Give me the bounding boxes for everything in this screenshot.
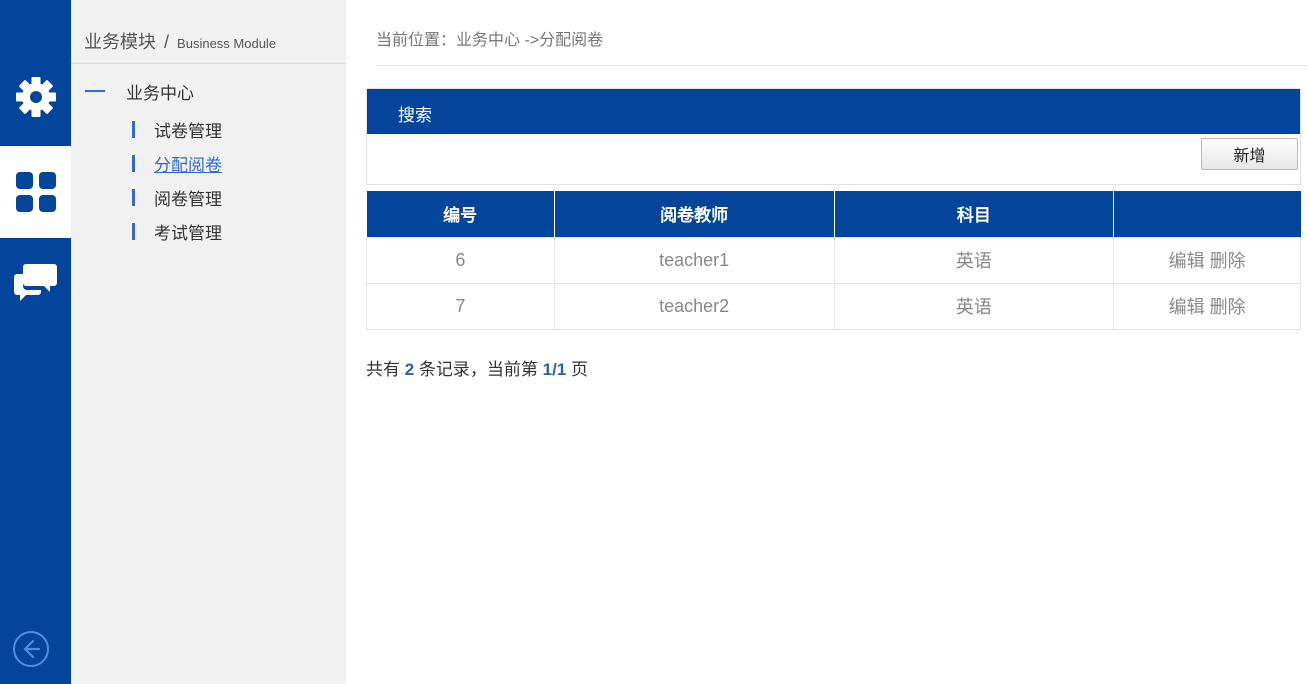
cell-subject: 英语 xyxy=(833,236,1115,284)
breadcrumb-divider xyxy=(376,65,1308,66)
delete-link[interactable]: 删除 xyxy=(1210,251,1246,271)
collapse-dash-icon xyxy=(85,90,105,92)
gear-icon xyxy=(15,77,56,117)
search-panel: 搜索 新增 xyxy=(366,88,1301,185)
cell-teacher: teacher1 xyxy=(553,236,835,284)
rail-item-business[interactable] xyxy=(0,146,71,238)
cell-id: 7 xyxy=(366,282,555,330)
cell-teacher: teacher2 xyxy=(553,282,835,330)
cell-actions: 编辑 删除 xyxy=(1113,282,1301,330)
grid-icon xyxy=(15,172,56,212)
summary-middle: 条记录，当前第 xyxy=(418,360,538,379)
table-row: 6 teacher1 英语 编辑 删除 xyxy=(366,236,1301,284)
icon-rail xyxy=(0,0,71,684)
breadcrumb: 当前位置：业务中心 ->分配阅卷 xyxy=(376,32,604,49)
summary-prefix: 共有 xyxy=(366,360,400,379)
module-title-en: Business Module xyxy=(177,36,277,51)
sidebar-item-label: 阅卷管理 xyxy=(154,189,222,209)
search-panel-header: 搜索 xyxy=(367,89,1300,134)
module-title: 业务模块 / Business Module xyxy=(84,28,276,54)
nav-group-label: 业务中心 xyxy=(126,83,194,103)
rail-item-messages[interactable] xyxy=(0,236,71,328)
nav-group-business-center[interactable]: 业务中心 xyxy=(85,80,194,103)
bullet-bar-icon xyxy=(132,222,135,240)
cell-id: 6 xyxy=(366,236,555,284)
module-title-cn: 业务模块 xyxy=(84,32,156,52)
column-header-teacher: 阅卷教师 xyxy=(554,191,835,237)
bullet-bar-icon xyxy=(132,120,135,138)
collapse-back-button[interactable] xyxy=(12,630,50,668)
sidebar-item-label: 考试管理 xyxy=(154,223,222,243)
table-row: 7 teacher2 英语 编辑 删除 xyxy=(366,282,1301,330)
column-header-subject: 科目 xyxy=(834,191,1115,237)
back-arrow-icon xyxy=(13,631,49,667)
sidebar-divider xyxy=(71,63,346,64)
module-sidebar: 业务模块 / Business Module 业务中心 试卷管理 分配阅卷 阅卷… xyxy=(71,0,346,684)
sidebar-item-label: 试卷管理 xyxy=(154,121,222,141)
summary-suffix: 页 xyxy=(571,360,589,379)
bullet-bar-icon xyxy=(132,154,135,172)
column-header-actions xyxy=(1113,191,1301,237)
cell-actions: 编辑 删除 xyxy=(1113,236,1301,284)
add-button[interactable]: 新增 xyxy=(1201,138,1298,170)
page-indicator: 1/1 xyxy=(542,360,567,379)
sidebar-item-exam-management[interactable]: 考试管理 xyxy=(132,219,222,243)
search-panel-title: 搜索 xyxy=(398,106,432,125)
table-header-row: 编号 阅卷教师 科目 xyxy=(366,191,1301,237)
sidebar-item-grading-management[interactable]: 阅卷管理 xyxy=(132,185,222,209)
delete-link[interactable]: 删除 xyxy=(1210,297,1246,317)
sidebar-item-assign-grading[interactable]: 分配阅卷 xyxy=(132,151,222,175)
record-count: 2 xyxy=(404,360,415,379)
column-header-id: 编号 xyxy=(366,191,555,237)
bullet-bar-icon xyxy=(132,188,135,206)
edit-link[interactable]: 编辑 xyxy=(1169,251,1205,271)
module-title-separator: / xyxy=(164,32,170,52)
cell-subject: 英语 xyxy=(833,282,1115,330)
chat-icon xyxy=(13,264,57,301)
edit-link[interactable]: 编辑 xyxy=(1169,297,1205,317)
assignment-table: 编号 阅卷教师 科目 6 teacher1 英语 编辑 删除 7 teacher… xyxy=(366,191,1301,330)
sidebar-item-paper-management[interactable]: 试卷管理 xyxy=(132,117,222,141)
pagination-summary: 共有 2 条记录，当前第 1/1 页 xyxy=(366,355,588,380)
sidebar-item-label[interactable]: 分配阅卷 xyxy=(154,151,222,176)
rail-item-settings[interactable] xyxy=(0,51,71,143)
